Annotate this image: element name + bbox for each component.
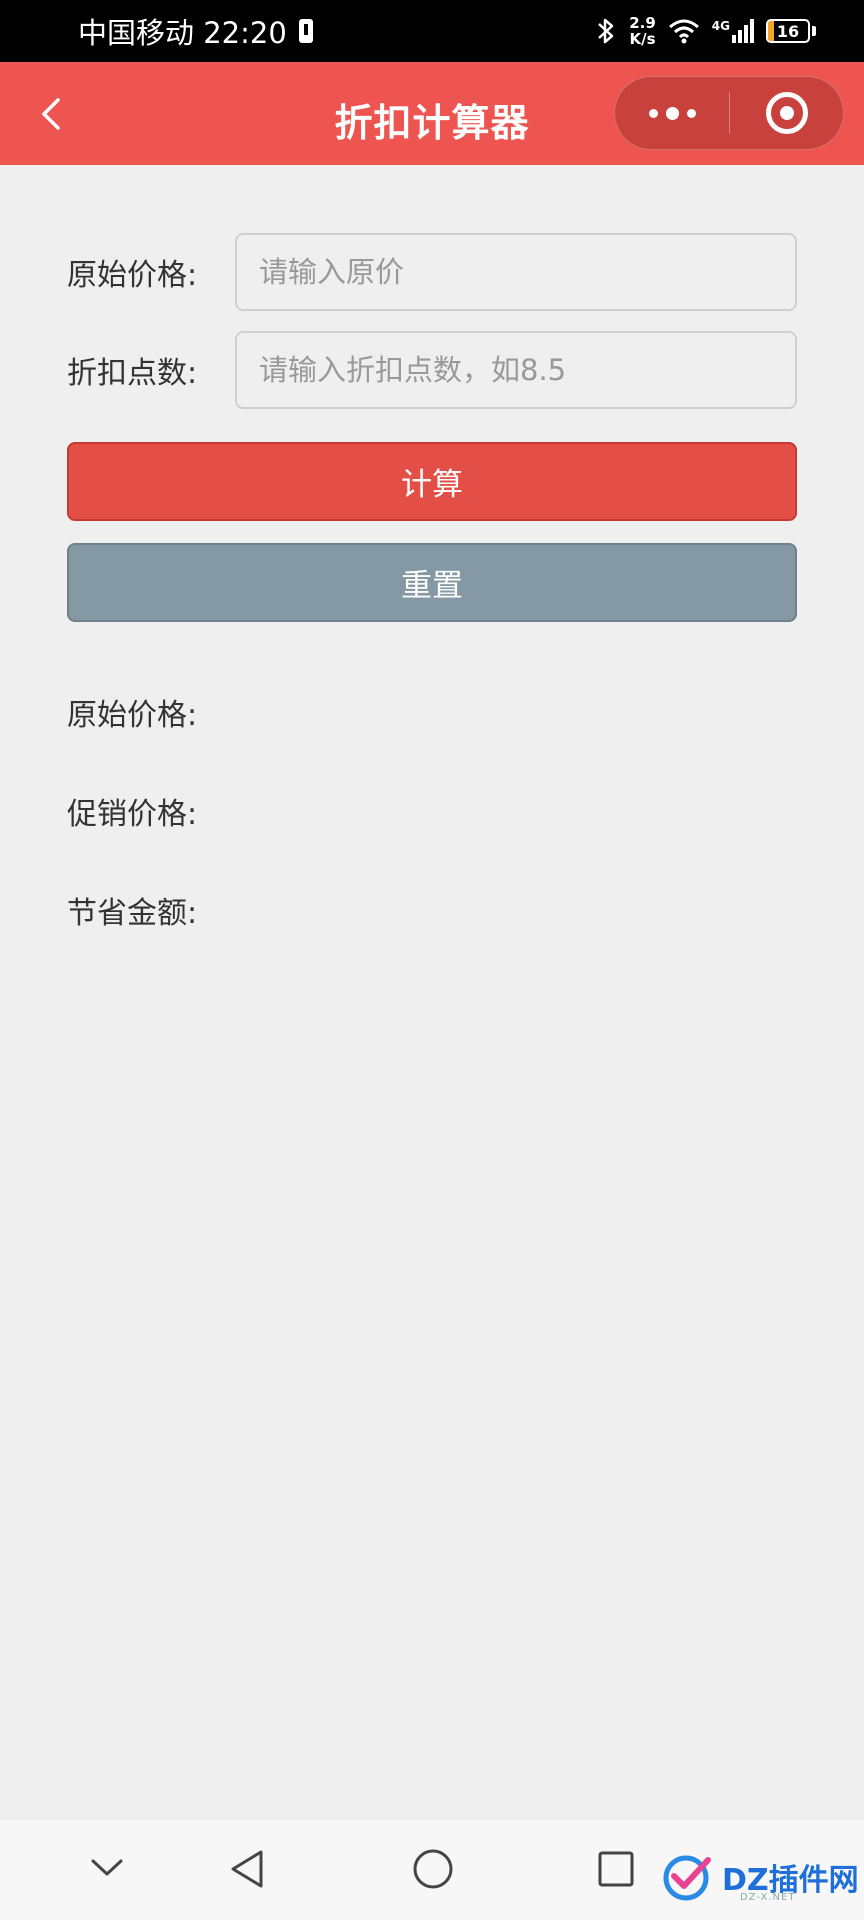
reset-button[interactable]: 重置 [67,543,797,622]
net-speed-value: 2.9 [629,14,656,32]
dz-logo-icon [663,1855,711,1901]
discount-input[interactable] [235,331,797,409]
net-speed: 2.9 K/s [629,15,656,47]
target-close-icon [765,92,808,134]
battery-level: 16 [776,21,800,41]
close-button[interactable] [730,77,843,149]
result-original-label: 原始价格: [67,698,198,733]
chevron-down-icon [91,1859,123,1876]
status-right: 2.9 K/s 4G 16 [595,15,816,47]
more-dot-center [665,106,679,120]
calculate-button[interactable]: 计算 [67,442,797,521]
nav-home-button[interactable] [412,1848,454,1894]
result-promo-label: 促销价格: [67,797,198,832]
discount-row: 折扣点数: [67,331,797,409]
network-type: 4G [711,19,730,33]
mini-program-capsule [614,76,844,150]
watermark: DZ插件网 DZ-X.NET [660,1852,859,1903]
nav-back-button[interactable] [228,1848,266,1894]
result-saved: 节省金额: [67,888,207,932]
status-bar: 中国移动 22:20 2.9 K/s 4G 16 [0,0,864,62]
nav-recents-button[interactable] [597,1850,635,1892]
status-left: 中国移动 22:20 [78,10,313,52]
wifi-icon [668,19,699,44]
back-triangle-icon [231,1850,263,1888]
battery-fill [768,21,775,41]
more-dot-right [686,108,696,118]
price-row: 原始价格: [67,233,797,311]
watermark-subtext: DZ-X.NET [740,1892,796,1903]
result-promo: 促销价格: [67,789,207,833]
net-speed-unit: K/s [629,30,656,48]
price-input[interactable] [235,233,797,311]
bluetooth-icon [598,18,614,44]
battery-icon: 16 [766,19,816,43]
more-button[interactable] [615,77,729,149]
recents-square-icon [598,1851,634,1887]
result-original: 原始价格: [67,690,207,734]
result-saved-label: 节省金额: [67,896,198,931]
discount-label: 折扣点数: [67,356,198,391]
more-dots-icon [648,108,658,118]
price-label: 原始价格: [67,258,198,293]
sim-alert-icon [298,19,313,43]
nav-bar: 折扣计算器 [0,62,864,165]
carrier-time: 中国移动 22:20 [78,16,287,50]
nav-collapse-button[interactable] [90,1856,124,1884]
cell-signal-icon: 4G [712,19,754,43]
home-circle-icon [413,1849,453,1889]
